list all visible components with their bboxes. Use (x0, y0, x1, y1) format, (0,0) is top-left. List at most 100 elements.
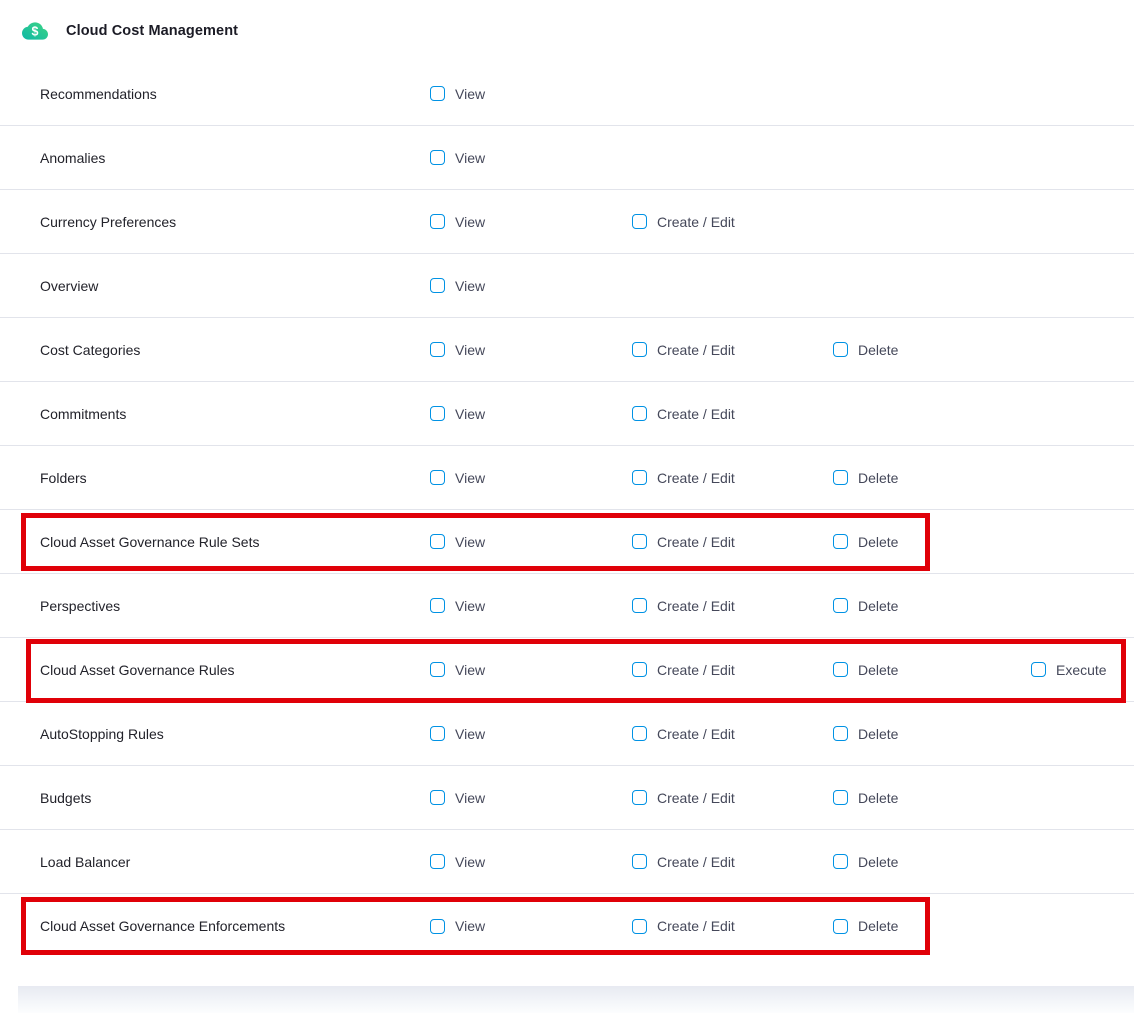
permission-row: Recommendations View (0, 62, 1134, 126)
view-checkbox[interactable] (430, 534, 445, 549)
create-edit-checkbox[interactable] (632, 726, 647, 741)
view-checkbox[interactable] (430, 919, 445, 934)
permissions-page: $ Cloud Cost Management Recommendations … (0, 0, 1134, 1027)
create-edit-checkbox-label: Create / Edit (657, 470, 735, 486)
view-checkbox[interactable] (430, 86, 445, 101)
create-edit-checkbox[interactable] (632, 214, 647, 229)
create-edit-checkbox[interactable] (632, 406, 647, 421)
resource-label: Folders (0, 470, 430, 486)
view-checkbox[interactable] (430, 470, 445, 485)
view-checkbox-label: View (455, 918, 485, 934)
delete-checkbox[interactable] (833, 470, 848, 485)
view-checkbox-label: View (455, 790, 485, 806)
delete-checkbox-label: Delete (858, 534, 898, 550)
create-edit-checkbox-label: Create / Edit (657, 214, 735, 230)
perm-cell-view: View (430, 470, 632, 486)
view-checkbox[interactable] (430, 790, 445, 805)
perm-cell-view: View (430, 790, 632, 806)
perm-cell-create: Create / Edit (632, 854, 833, 870)
view-checkbox[interactable] (430, 406, 445, 421)
section-title: Cloud Cost Management (66, 23, 238, 39)
permission-row: Budgets View Create / Edit Delete (0, 766, 1134, 830)
svg-text:$: $ (32, 25, 39, 39)
view-checkbox-label: View (455, 854, 485, 870)
delete-checkbox-label: Delete (858, 470, 898, 486)
view-checkbox-label: View (455, 470, 485, 486)
create-edit-checkbox[interactable] (632, 790, 647, 805)
delete-checkbox[interactable] (833, 662, 848, 677)
delete-checkbox[interactable] (833, 342, 848, 357)
view-checkbox-label: View (455, 86, 485, 102)
perm-cell-create: Create / Edit (632, 406, 833, 422)
delete-checkbox-label: Delete (858, 598, 898, 614)
perm-cell-view: View (430, 726, 632, 742)
create-edit-checkbox-label: Create / Edit (657, 342, 735, 358)
delete-checkbox[interactable] (833, 726, 848, 741)
permission-row: Perspectives View Create / Edit Delete (0, 574, 1134, 638)
perm-cell-view: View (430, 854, 632, 870)
perm-cell-view: View (430, 150, 632, 166)
delete-checkbox[interactable] (833, 598, 848, 613)
create-edit-checkbox[interactable] (632, 598, 647, 613)
view-checkbox[interactable] (430, 854, 445, 869)
resource-label: Perspectives (0, 598, 430, 614)
view-checkbox[interactable] (430, 726, 445, 741)
view-checkbox[interactable] (430, 278, 445, 293)
perm-cell-create: Create / Edit (632, 534, 833, 550)
view-checkbox[interactable] (430, 342, 445, 357)
permission-row: Commitments View Create / Edit (0, 382, 1134, 446)
execute-checkbox[interactable] (1031, 662, 1046, 677)
resource-label: Recommendations (0, 86, 430, 102)
resource-label: Currency Preferences (0, 214, 430, 230)
perm-cell-create: Create / Edit (632, 342, 833, 358)
perm-cell-create: Create / Edit (632, 726, 833, 742)
view-checkbox[interactable] (430, 662, 445, 677)
perm-cell-delete: Delete (833, 534, 1031, 550)
perm-cell-delete: Delete (833, 470, 1031, 486)
permission-row: Currency Preferences View Create / Edit (0, 190, 1134, 254)
view-checkbox-label: View (455, 726, 485, 742)
create-edit-checkbox[interactable] (632, 854, 647, 869)
perm-cell-create: Create / Edit (632, 470, 833, 486)
resource-label: Overview (0, 278, 430, 294)
create-edit-checkbox[interactable] (632, 342, 647, 357)
perm-cell-delete: Delete (833, 662, 1031, 678)
view-checkbox[interactable] (430, 214, 445, 229)
create-edit-checkbox[interactable] (632, 662, 647, 677)
perm-cell-create: Create / Edit (632, 662, 833, 678)
create-edit-checkbox[interactable] (632, 919, 647, 934)
perm-cell-delete: Delete (833, 790, 1031, 806)
view-checkbox-label: View (455, 278, 485, 294)
perm-cell-view: View (430, 278, 632, 294)
perm-cell-delete: Delete (833, 726, 1031, 742)
create-edit-checkbox-label: Create / Edit (657, 534, 735, 550)
view-checkbox-label: View (455, 406, 485, 422)
view-checkbox[interactable] (430, 150, 445, 165)
perm-cell-view: View (430, 342, 632, 358)
create-edit-checkbox[interactable] (632, 470, 647, 485)
resource-label: Cloud Asset Governance Rule Sets (0, 534, 430, 550)
cloud-dollar-icon: $ (22, 18, 48, 44)
perm-cell-create: Create / Edit (632, 918, 833, 934)
permission-row: Load Balancer View Create / Edit Delete (0, 830, 1134, 894)
next-section-edge (18, 986, 1134, 1013)
view-checkbox[interactable] (430, 598, 445, 613)
create-edit-checkbox-label: Create / Edit (657, 406, 735, 422)
delete-checkbox[interactable] (833, 854, 848, 869)
perm-cell-create: Create / Edit (632, 214, 833, 230)
delete-checkbox[interactable] (833, 790, 848, 805)
delete-checkbox[interactable] (833, 534, 848, 549)
create-edit-checkbox[interactable] (632, 534, 647, 549)
resource-label: Load Balancer (0, 854, 430, 870)
delete-checkbox-label: Delete (858, 726, 898, 742)
permission-row: Anomalies View (0, 126, 1134, 190)
perm-cell-delete: Delete (833, 598, 1031, 614)
create-edit-checkbox-label: Create / Edit (657, 854, 735, 870)
create-edit-checkbox-label: Create / Edit (657, 918, 735, 934)
section-header: $ Cloud Cost Management (0, 0, 1134, 62)
view-checkbox-label: View (455, 534, 485, 550)
delete-checkbox-label: Delete (858, 662, 898, 678)
delete-checkbox[interactable] (833, 919, 848, 934)
perm-cell-view: View (430, 214, 632, 230)
resource-label: Budgets (0, 790, 430, 806)
